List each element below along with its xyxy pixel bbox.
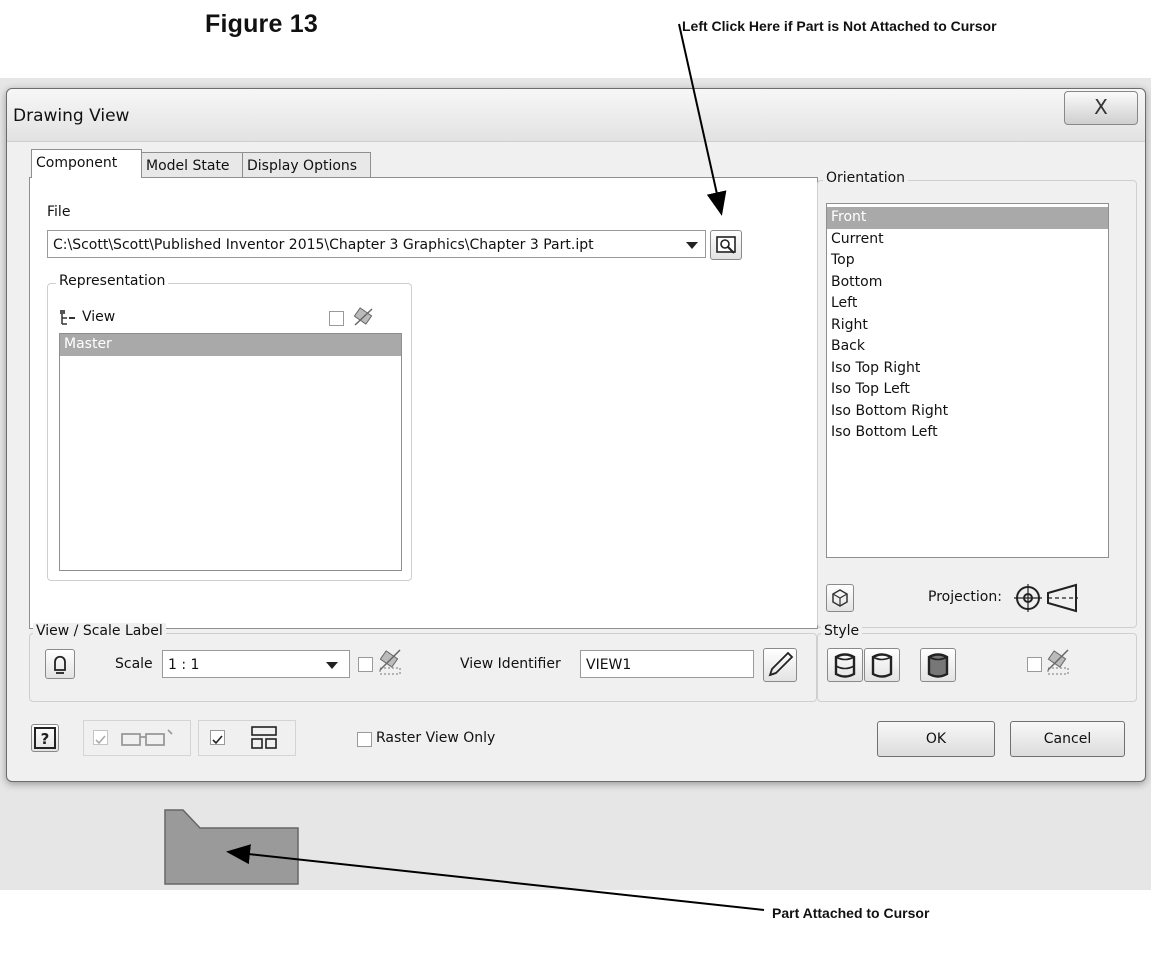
dialog-title: Drawing View bbox=[13, 106, 130, 126]
callout-part-attached: Part Attached to Cursor bbox=[772, 905, 930, 921]
orientation-group: Orientation Front Current Top Bottom Lef… bbox=[817, 170, 1137, 628]
scale-value: 1 : 1 bbox=[168, 657, 200, 673]
representation-listbox[interactable]: Master bbox=[59, 333, 402, 571]
style-associative-icon bbox=[1047, 649, 1069, 675]
scale-combo[interactable]: 1 : 1 bbox=[162, 650, 350, 678]
tab-model-state[interactable]: Model State bbox=[141, 152, 243, 178]
check-icon bbox=[212, 735, 223, 745]
view-scale-label-group: View / Scale Label Scale 1 : 1 View Iden… bbox=[29, 623, 817, 702]
orientation-item-iso-top-right[interactable]: Iso Top Right bbox=[827, 358, 1108, 380]
title-bar: Drawing View X bbox=[7, 89, 1145, 142]
tab-display-options[interactable]: Display Options bbox=[242, 152, 371, 178]
view-identifier-input[interactable]: VIEW1 bbox=[580, 650, 754, 678]
boundary-toggle-group bbox=[198, 720, 296, 756]
first-angle-projection-icon[interactable] bbox=[1012, 581, 1082, 615]
figure-title: Figure 13 bbox=[205, 10, 318, 38]
orientation-item-top[interactable]: Top bbox=[827, 250, 1108, 272]
drawing-view-dialog: Drawing View X Component Model State Dis… bbox=[6, 88, 1146, 782]
scale-label: Scale bbox=[115, 656, 153, 672]
associative-icon bbox=[353, 307, 373, 326]
ok-button[interactable]: OK bbox=[877, 721, 995, 757]
orientation-label: Orientation bbox=[823, 170, 909, 186]
orientation-item-front[interactable]: Front bbox=[827, 207, 1108, 229]
view-scale-label-title: View / Scale Label bbox=[33, 623, 166, 639]
scale-associative-icon bbox=[379, 649, 401, 675]
file-label: File bbox=[47, 204, 71, 220]
hidden-line-icon bbox=[834, 653, 856, 678]
edit-view-label-button[interactable] bbox=[763, 648, 797, 682]
style-shaded-button[interactable] bbox=[920, 648, 956, 682]
orientation-item-iso-bottom-left[interactable]: Iso Bottom Left bbox=[827, 422, 1108, 444]
cancel-button[interactable]: Cancel bbox=[1010, 721, 1125, 757]
toggle-label-visibility-button[interactable] bbox=[45, 649, 75, 679]
raster-view-label: Raster View Only bbox=[376, 730, 496, 746]
callout-browse-note: Left Click Here if Part is Not Attached … bbox=[682, 18, 997, 34]
file-path-combo[interactable]: C:\Scott\Scott\Published Inventor 2015\C… bbox=[47, 230, 706, 258]
change-view-orientation-button[interactable] bbox=[826, 584, 854, 612]
chevron-down-icon[interactable] bbox=[326, 662, 338, 669]
scale-from-base-checkbox[interactable] bbox=[358, 657, 373, 672]
style-hidden-line-removed-button[interactable] bbox=[864, 648, 900, 682]
projection-label: Projection: bbox=[928, 589, 1002, 605]
style-label: Style bbox=[821, 623, 863, 639]
svg-text:?: ? bbox=[41, 730, 50, 748]
pencil-icon bbox=[768, 651, 794, 677]
shaded-icon bbox=[927, 653, 949, 678]
boundary-checkbox[interactable] bbox=[210, 730, 225, 745]
browse-folder-icon bbox=[716, 236, 736, 254]
tab-component[interactable]: Component bbox=[31, 149, 142, 178]
orientation-item-bottom[interactable]: Bottom bbox=[827, 272, 1108, 294]
style-hidden-line-button[interactable] bbox=[827, 648, 863, 682]
orientation-item-right[interactable]: Right bbox=[827, 315, 1108, 337]
close-button[interactable]: X bbox=[1064, 91, 1138, 125]
orientation-item-iso-bottom-right[interactable]: Iso Bottom Right bbox=[827, 401, 1108, 423]
component-panel: File C:\Scott\Scott\Published Inventor 2… bbox=[29, 177, 818, 629]
view-identifier-label: View Identifier bbox=[460, 656, 561, 672]
part-preview-shape bbox=[164, 809, 299, 885]
orientation-item-back[interactable]: Back bbox=[827, 336, 1108, 358]
view-boundary-icon bbox=[251, 726, 277, 749]
view-cube-icon bbox=[832, 589, 848, 607]
preview-glasses-icon bbox=[121, 729, 173, 746]
chevron-down-icon[interactable] bbox=[686, 242, 698, 249]
view-tree-icon bbox=[60, 310, 75, 325]
lightbulb-icon bbox=[54, 655, 66, 674]
representation-group: Representation View Master bbox=[47, 273, 412, 581]
orientation-listbox[interactable]: Front Current Top Bottom Left Right Back… bbox=[826, 203, 1109, 558]
help-icon: ? bbox=[34, 727, 56, 749]
orientation-item-left[interactable]: Left bbox=[827, 293, 1108, 315]
view-label: View bbox=[82, 309, 116, 325]
preview-checkbox[interactable] bbox=[93, 730, 108, 745]
hidden-line-removed-icon bbox=[871, 653, 893, 678]
style-group: Style bbox=[817, 623, 1137, 702]
preview-toggle-group bbox=[83, 720, 191, 756]
raster-view-checkbox[interactable] bbox=[357, 732, 372, 747]
representation-label: Representation bbox=[56, 273, 169, 289]
list-item[interactable]: Master bbox=[60, 334, 401, 356]
check-icon bbox=[95, 735, 106, 745]
open-file-button[interactable] bbox=[710, 230, 742, 260]
orientation-item-current[interactable]: Current bbox=[827, 229, 1108, 251]
file-path-value: C:\Scott\Scott\Published Inventor 2015\C… bbox=[53, 237, 594, 253]
style-from-base-checkbox[interactable] bbox=[1027, 657, 1042, 672]
orientation-item-iso-top-left[interactable]: Iso Top Left bbox=[827, 379, 1108, 401]
view-associative-checkbox[interactable] bbox=[329, 311, 344, 326]
help-button[interactable]: ? bbox=[31, 724, 59, 752]
